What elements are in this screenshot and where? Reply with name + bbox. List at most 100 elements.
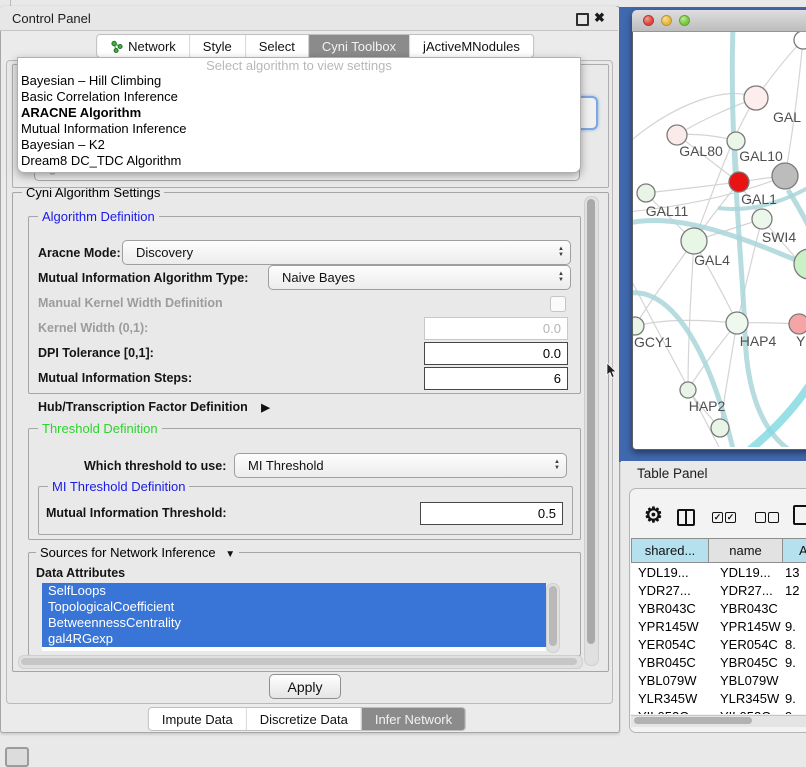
document-icon[interactable] <box>793 505 806 525</box>
tab-label: Select <box>259 39 295 54</box>
attribute-item-topologicalcoefficient[interactable]: TopologicalCoefficient <box>42 599 546 615</box>
algorithm-option-bayesian-k2[interactable]: Bayesian – K2 <box>18 137 580 153</box>
network-node[interactable] <box>667 125 687 145</box>
cell: YER054C <box>708 637 782 652</box>
network-edge[interactable] <box>785 40 803 176</box>
columns-icon[interactable] <box>677 509 695 526</box>
mi-steps-field[interactable]: 6 <box>424 367 568 390</box>
aracne-mode-select[interactable]: Discovery ▲▼ <box>122 240 571 265</box>
scrollbar-thumb[interactable] <box>549 586 557 646</box>
network-node[interactable] <box>794 249 806 279</box>
network-node[interactable] <box>752 209 772 229</box>
minimize-traffic-light-icon[interactable] <box>661 15 672 26</box>
column-header-shared[interactable]: shared... <box>631 538 709 563</box>
cyni-bottom-tabs: Impute DataDiscretize Data Infer Network <box>148 707 466 731</box>
algorithm-option-bayesian-hill-climbing[interactable]: Bayesian – Hill Climbing <box>18 73 580 89</box>
table-row[interactable]: YER054CYER054C8. <box>631 635 806 653</box>
kernel-width-label: Kernel Width (0,1): <box>38 321 148 335</box>
which-threshold-select[interactable]: MI Threshold ▲▼ <box>234 453 567 478</box>
settings-vertical-scrollbar[interactable] <box>584 196 599 666</box>
data-attributes-list[interactable]: SelfLoopsTopologicalCoefficientBetweenne… <box>42 583 546 651</box>
network-node[interactable] <box>681 228 707 254</box>
table-row[interactable]: YBR043CYBR043C <box>631 599 806 617</box>
network-edge[interactable] <box>633 272 720 447</box>
float-window-icon[interactable] <box>576 13 589 26</box>
kernel-width-field[interactable]: 0.0 <box>424 317 568 340</box>
cell: 12 <box>782 583 806 598</box>
network-node[interactable] <box>637 184 655 202</box>
scrollbar-thumb[interactable] <box>634 717 752 724</box>
apply-button[interactable]: Apply <box>269 674 341 699</box>
cell: YBL079W <box>631 673 708 688</box>
network-node[interactable] <box>711 419 729 437</box>
algorithm-option-aracne-algorithm[interactable]: ARACNE Algorithm <box>18 105 580 121</box>
sources-group-toggle[interactable]: Sources for Network Inference ▼ <box>36 545 239 560</box>
tab-style[interactable]: Style <box>189 35 245 57</box>
network-node[interactable] <box>729 172 749 192</box>
attribute-item-selfloops[interactable]: SelfLoops <box>42 583 546 599</box>
attribute-item-gal4rgexp[interactable]: gal4RGexp <box>42 631 546 647</box>
attributes-list-scrollbar[interactable] <box>546 583 560 653</box>
scrollbar-thumb[interactable] <box>21 658 577 665</box>
cell: YBR045C <box>708 655 782 670</box>
close-traffic-light-icon[interactable] <box>643 15 654 26</box>
network-edge[interactable] <box>646 182 739 193</box>
unchecked-box-icon[interactable] <box>768 512 779 523</box>
settings-horizontal-scrollbar[interactable] <box>18 655 583 669</box>
dpi-tolerance-field[interactable]: 0.0 <box>424 342 568 365</box>
network-node[interactable] <box>789 314 806 334</box>
table-row[interactable]: YBL079WYBL079W <box>631 671 806 689</box>
table-row[interactable]: YLR345WYLR345W9. <box>631 689 806 707</box>
tab-select[interactable]: Select <box>245 35 308 57</box>
network-graph-canvas[interactable]: GALGAL80GAL10GAL1GAL11SWI4GAL4YGCY1HAP4H… <box>633 32 806 447</box>
algorithm-option-mutual-information-inference[interactable]: Mutual Information Inference <box>18 121 580 137</box>
network-node[interactable] <box>794 32 806 49</box>
table-row[interactable]: YDL19...YDL19...13 <box>631 563 806 581</box>
table-row[interactable]: YPR145WYPR145W9. <box>631 617 806 635</box>
network-window-titlebar[interactable] <box>632 10 806 32</box>
attribute-item-betweennesscentrality[interactable]: BetweennessCentrality <box>42 615 546 631</box>
network-edge[interactable] <box>677 98 756 135</box>
network-node[interactable] <box>772 163 798 189</box>
algorithm-option-basic-correlation-inference[interactable]: Basic Correlation Inference <box>18 89 580 105</box>
tab-cyni-toolbox[interactable]: Cyni Toolbox <box>308 35 409 57</box>
network-edge[interactable] <box>741 352 806 447</box>
network-node[interactable] <box>744 86 768 110</box>
cell: YBR043C <box>631 601 708 616</box>
manual-kernel-checkbox[interactable] <box>550 296 566 312</box>
zoom-traffic-light-icon[interactable] <box>679 15 690 26</box>
tab-label: jActiveMNodules <box>423 39 520 54</box>
algorithm-option-dream8-dc-tdc-algorithm[interactable]: Dream8 DC_TDC Algorithm <box>18 153 580 169</box>
network-node[interactable] <box>726 312 748 334</box>
control-panel-titlebar: Control Panel <box>0 6 618 31</box>
aracne-mode-value: Discovery <box>136 245 193 260</box>
tab-jactivemnodules[interactable]: jActiveMNodules <box>409 35 533 57</box>
network-node[interactable] <box>680 382 696 398</box>
close-icon[interactable]: ✖ <box>594 10 605 26</box>
unchecked-box-icon[interactable] <box>755 512 766 523</box>
network-edge[interactable] <box>635 241 694 326</box>
tab-label: Infer Network <box>375 712 452 727</box>
mi-threshold-field[interactable]: 0.5 <box>420 502 563 525</box>
bottom-tab-infer-network[interactable]: Infer Network <box>361 708 465 730</box>
table-row[interactable]: YBR045CYBR045C9. <box>631 653 806 671</box>
network-edge[interactable] <box>694 98 756 241</box>
mi-type-select[interactable]: Naive Bayes ▲▼ <box>268 265 571 290</box>
gear-icon[interactable]: ⚙ <box>644 503 663 528</box>
column-header-a[interactable]: A <box>782 538 806 563</box>
scrollbar-thumb[interactable] <box>587 199 595 644</box>
tab-network[interactable]: Network <box>97 35 189 57</box>
bottom-tab-discretize-data[interactable]: Discretize Data <box>246 708 361 730</box>
cell: YPR145W <box>708 619 782 634</box>
checked-box-icon[interactable]: ✓ <box>712 512 723 523</box>
mi-steps-label: Mutual Information Steps: <box>38 371 192 385</box>
network-node[interactable] <box>633 317 644 335</box>
table-row[interactable]: YIL052CYIL052C9 <box>631 707 806 714</box>
column-header-name[interactable]: name <box>708 538 783 563</box>
table-row[interactable]: YDR27...YDR27...12 <box>631 581 806 599</box>
collapsed-panel-fragment[interactable] <box>5 747 29 767</box>
network-edge[interactable] <box>688 241 694 390</box>
bottom-tab-impute-data[interactable]: Impute Data <box>149 708 246 730</box>
hub-section-toggle[interactable]: Hub/Transcription Factor Definition ▶ <box>38 400 270 414</box>
checked-box-icon[interactable]: ✓ <box>725 512 736 523</box>
